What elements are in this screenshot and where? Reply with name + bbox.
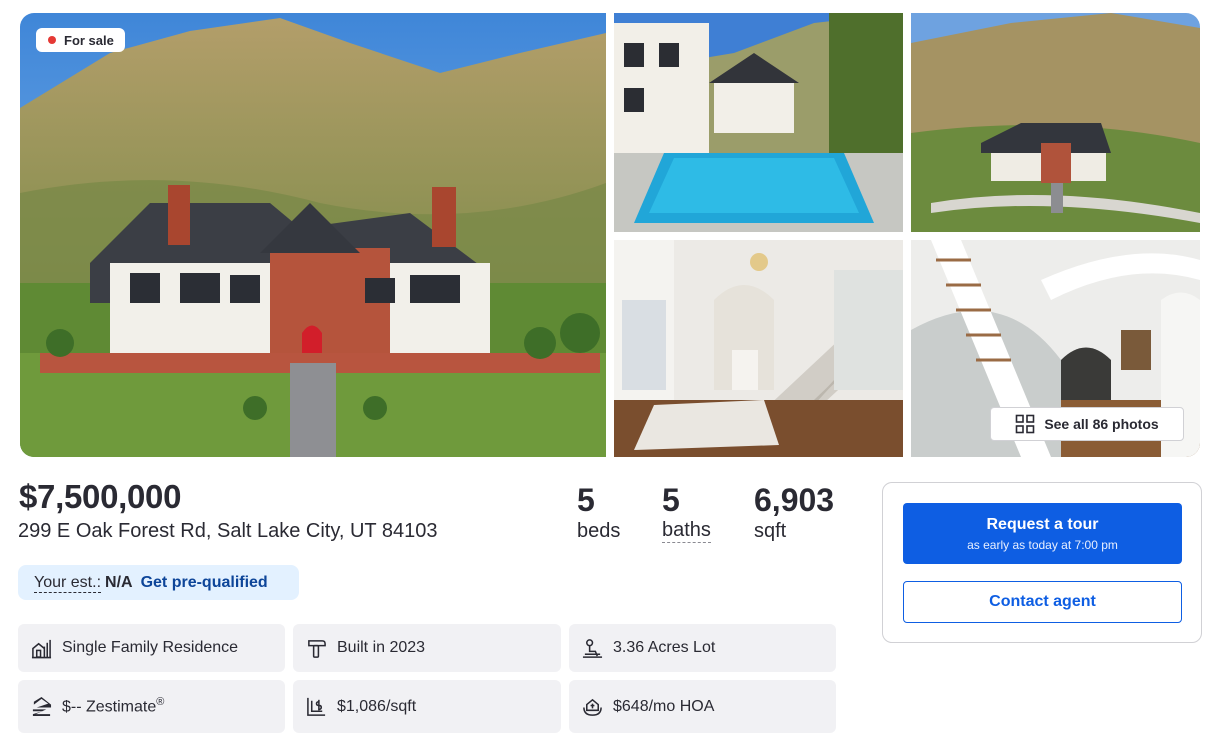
aerial-image: [911, 13, 1200, 232]
price-per-sqft-icon: [307, 697, 326, 716]
fact-zestimate[interactable]: $-- Zestimate®: [18, 680, 285, 733]
request-tour-button[interactable]: Request a tour as early as today at 7:00…: [903, 503, 1182, 564]
registered-mark: ®: [156, 696, 165, 709]
fact-hoa: $648/mo HOA: [569, 680, 836, 733]
beds-stat: 5 beds: [577, 482, 620, 544]
house-exterior-image: [20, 13, 606, 457]
sqft-label: sqft: [754, 520, 787, 542]
estimate-pill: Your est.: N/A Get pre-qualified: [18, 565, 299, 600]
sqft-value: 6,903: [754, 482, 835, 518]
baths-stat[interactable]: 5 baths: [662, 482, 711, 543]
pool-photo[interactable]: [614, 13, 903, 232]
see-all-photos-label: See all 86 photos: [1044, 416, 1159, 432]
lot-size-icon: [582, 638, 603, 658]
hoa-icon: [583, 698, 602, 716]
fact-home-type: Single Family Residence: [18, 624, 285, 672]
request-tour-sublabel: as early as today at 7:00 pm: [967, 538, 1118, 552]
price-per-sqft-text: $1,086/sqft: [337, 697, 417, 715]
year-built-text: Built in 2023: [337, 639, 426, 656]
zestimate-logo-icon: [32, 696, 52, 717]
for-sale-label: For sale: [64, 32, 114, 48]
main-photo[interactable]: [20, 13, 606, 457]
contact-card: Request a tour as early as today at 7:00…: [882, 482, 1202, 643]
fact-price-per-sqft: $1,086/sqft: [293, 680, 561, 733]
zestimate-text: $-- Zestimate®: [62, 696, 164, 716]
estimate-label[interactable]: Your est.:: [34, 573, 102, 593]
home-type-icon: [31, 639, 52, 658]
aerial-photo[interactable]: [911, 13, 1200, 232]
estimate-value: N/A: [105, 573, 133, 591]
see-all-photos-button[interactable]: See all 86 photos: [990, 407, 1184, 441]
listing-price: $7,500,000: [19, 478, 182, 515]
listing-address: 299 E Oak Forest Rd, Salt Lake City, UT …: [18, 520, 438, 542]
sqft-stat: 6,903 sqft: [754, 482, 834, 544]
baths-label[interactable]: baths: [662, 518, 711, 543]
hammer-icon: [308, 639, 326, 658]
beds-value: 5: [577, 482, 595, 518]
baths-value: 5: [662, 482, 680, 518]
home-type-text: Single Family Residence: [62, 639, 239, 656]
pool-image: [614, 13, 903, 232]
grid-icon: [1016, 414, 1035, 434]
foyer-photo[interactable]: [614, 240, 903, 457]
for-sale-badge: For sale: [36, 28, 125, 52]
contact-agent-button[interactable]: Contact agent: [903, 581, 1182, 623]
hoa-text: $648/mo HOA: [613, 697, 715, 715]
get-prequalified-link[interactable]: Get pre-qualified: [141, 574, 268, 592]
beds-label: beds: [577, 520, 621, 542]
foyer-image: [614, 240, 903, 457]
zestimate-value: $-- Zestimate: [62, 698, 157, 716]
fact-lot-size: 3.36 Acres Lot: [569, 624, 836, 672]
status-dot-icon: [48, 36, 56, 44]
fact-year-built: Built in 2023: [293, 624, 561, 672]
request-tour-label: Request a tour: [986, 516, 1099, 533]
lot-size-text: 3.36 Acres Lot: [613, 639, 716, 656]
